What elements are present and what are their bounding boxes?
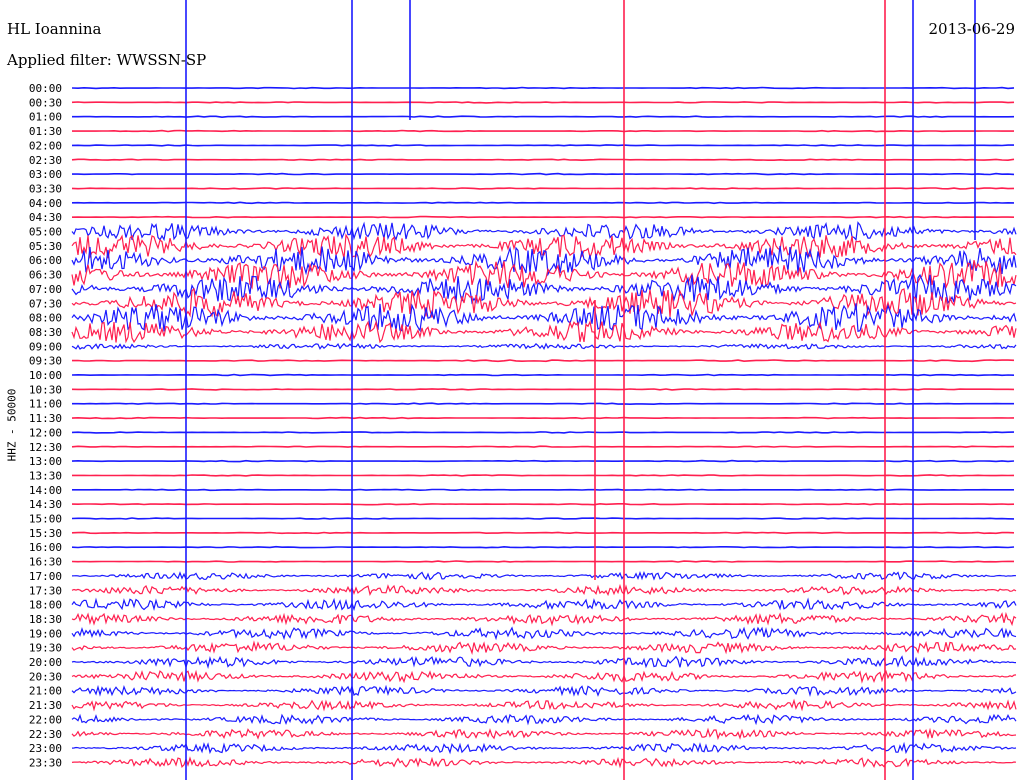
trace-group <box>71 0 1017 780</box>
time-tick-label: 00:00 <box>29 82 62 95</box>
time-tick-label: 23:00 <box>29 742 62 755</box>
time-tick-label: 18:00 <box>29 599 62 612</box>
time-tick-label: 06:30 <box>29 269 62 282</box>
trace-row <box>71 531 1015 535</box>
trace-row <box>72 402 1014 406</box>
time-tick-label: 09:30 <box>29 355 62 368</box>
time-tick-label: 17:00 <box>29 570 62 583</box>
channel-axis-label: HHZ - 50000 <box>5 388 19 462</box>
time-tick-label: 04:00 <box>29 197 62 210</box>
trace-row <box>71 727 1017 741</box>
time-tick-label: 22:00 <box>29 713 62 726</box>
trace-row <box>71 233 1017 260</box>
time-tick-label: 02:00 <box>29 139 62 152</box>
trace-row <box>71 713 1017 726</box>
trace-row <box>71 597 1017 612</box>
time-tick-label: 02:30 <box>29 154 62 167</box>
time-label-group: 00:0000:30 01:0001:3002:00 02:3003:0003:30… <box>29 82 62 769</box>
time-tick-label: 19:30 <box>29 642 62 655</box>
time-tick-label: 01:30 <box>29 125 62 138</box>
time-tick-label: 22:30 <box>29 728 62 741</box>
trace-row <box>71 669 1017 684</box>
trace-row <box>71 626 1017 641</box>
trace-row <box>71 640 1017 655</box>
trace-row <box>71 144 1014 147</box>
trace-row <box>71 756 1017 769</box>
trace-row <box>71 517 1015 520</box>
trace-row <box>71 129 1014 133</box>
trace-row <box>71 416 1015 420</box>
trace-row <box>72 474 1015 477</box>
trace-row <box>71 101 1015 104</box>
time-tick-label: 12:00 <box>29 426 62 439</box>
time-tick-label: 23:30 <box>29 756 62 769</box>
trace-row <box>71 698 1017 712</box>
time-tick-label: 21:30 <box>29 699 62 712</box>
trace-row <box>71 221 1017 242</box>
time-tick-label: 05:30 <box>29 240 62 253</box>
trace-row <box>71 545 1015 549</box>
time-tick-label: 11:30 <box>29 412 62 425</box>
time-tick-label: 00:30 <box>29 96 62 109</box>
station-title: HL Ioannina <box>7 20 102 38</box>
trace-row <box>71 571 1017 581</box>
time-tick-label: 01:00 <box>29 111 62 124</box>
time-tick-label: 09:00 <box>29 340 62 353</box>
trace-row <box>71 201 1015 205</box>
time-tick-label: 07:30 <box>29 297 62 310</box>
time-tick-label: 11:00 <box>29 398 62 411</box>
trace-row <box>71 502 1015 506</box>
time-tick-label: 14:00 <box>29 484 62 497</box>
time-tick-label: 20:30 <box>29 670 62 683</box>
time-tick-label: 10:30 <box>29 383 62 396</box>
time-tick-label: 13:00 <box>29 455 62 468</box>
trace-row <box>71 611 1017 627</box>
time-tick-label: 15:30 <box>29 527 62 540</box>
time-tick-label: 04:30 <box>29 211 62 224</box>
time-tick-label: 08:30 <box>29 326 62 339</box>
trace-row <box>71 373 1015 377</box>
time-tick-label: 08:00 <box>29 312 62 325</box>
trace-row <box>71 158 1015 162</box>
trace-row <box>71 388 1015 391</box>
time-tick-label: 16:00 <box>29 541 62 554</box>
time-tick-label: 03:00 <box>29 168 62 181</box>
trace-row <box>71 215 1015 219</box>
time-tick-label: 13:30 <box>29 469 62 482</box>
time-tick-label: 12:30 <box>29 441 62 454</box>
trace-row <box>71 273 1017 305</box>
trace-row <box>71 655 1017 670</box>
time-tick-label: 18:30 <box>29 613 62 626</box>
trace-row <box>71 342 1017 350</box>
time-tick-label: 16:30 <box>29 556 62 569</box>
trace-row <box>71 445 1015 448</box>
time-tick-label: 06:00 <box>29 254 62 267</box>
trace-row <box>71 583 1017 597</box>
trace-row <box>71 359 1015 363</box>
time-tick-label: 21:00 <box>29 685 62 698</box>
trace-row <box>71 684 1017 698</box>
time-tick-label: 15:00 <box>29 513 62 526</box>
trace-row <box>71 187 1015 190</box>
time-tick-label: 17:30 <box>29 584 62 597</box>
trace-row <box>72 172 1015 176</box>
trace-row <box>72 115 1015 119</box>
date-label: 2013-06-29 <box>928 20 1015 38</box>
time-tick-label: 20:00 <box>29 656 62 669</box>
trace-row <box>72 488 1014 492</box>
time-tick-label: 03:30 <box>29 182 62 195</box>
time-tick-label: 14:30 <box>29 498 62 511</box>
trace-row <box>71 741 1017 755</box>
trace-row <box>71 560 1014 563</box>
time-tick-label: 07:00 <box>29 283 62 296</box>
time-tick-label: 10:00 <box>29 369 62 382</box>
helicorder-plot: 00:0000:30 01:0001:3002:00 02:3003:0003:30… <box>29 0 1017 780</box>
time-tick-label: 05:00 <box>29 226 62 239</box>
trace-row <box>71 86 1015 90</box>
trace-row <box>71 459 1015 463</box>
trace-row <box>71 431 1015 434</box>
time-tick-label: 19:00 <box>29 627 62 640</box>
filter-label: Applied filter: WWSSN-SP <box>7 51 207 69</box>
